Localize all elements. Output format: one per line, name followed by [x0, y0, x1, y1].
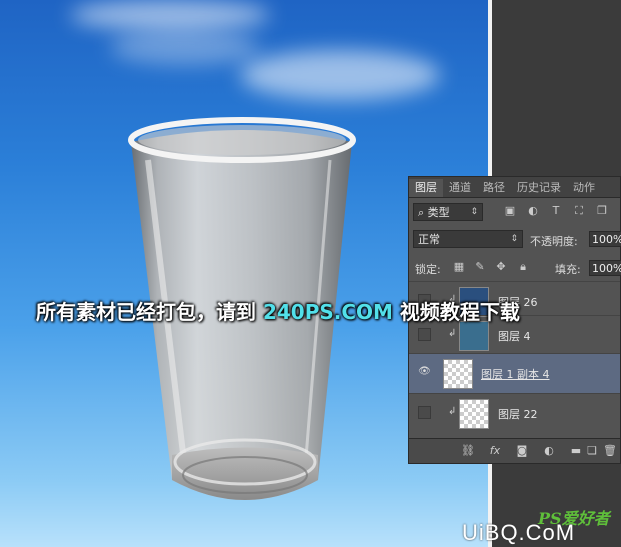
- caption-prefix: 所有素材已经打包，请到: [36, 300, 263, 324]
- filter-pixel-icon[interactable]: ▣: [504, 205, 516, 217]
- eye-icon[interactable]: 👁︎: [418, 366, 431, 379]
- visibility-toggle[interactable]: [418, 328, 431, 341]
- updown-arrow-icon: ⇕: [470, 207, 478, 217]
- layer-thumbnail: [459, 321, 489, 351]
- lock-transparent-icon[interactable]: ▦: [453, 261, 465, 273]
- fill-label: 填充:: [555, 263, 581, 276]
- blend-mode-value: 正常: [418, 233, 440, 246]
- filter-type-icon[interactable]: T: [550, 205, 562, 217]
- filter-smart-object-icon[interactable]: ❐: [596, 205, 608, 217]
- blend-mode-dropdown[interactable]: 正常 ⇕: [413, 230, 523, 248]
- lock-paint-icon[interactable]: ✎: [474, 261, 486, 273]
- link-icon[interactable]: ⛓: [461, 444, 475, 458]
- lock-position-icon[interactable]: ✥: [495, 261, 507, 273]
- clip-arrow-icon: ↲: [448, 406, 457, 417]
- new-layer-icon[interactable]: ❏: [585, 444, 599, 458]
- updown-arrow-icon: ⇕: [510, 234, 518, 244]
- layers-footer: ⛓ fx ◙ ◐ ▬ ❏ 🗑︎: [409, 438, 620, 463]
- lock-row: 锁定: ▦ ✎ ✥ 🔒︎ 填充: 100%: [409, 257, 621, 279]
- visibility-toggle[interactable]: [418, 406, 431, 419]
- watermark-site: UiBQ.CoM: [462, 520, 576, 545]
- filter-adjustment-icon[interactable]: ◐: [527, 205, 539, 217]
- layer-name[interactable]: 图层 22: [498, 406, 538, 422]
- panel-tabs: 图层 通道 路径 历史记录 动作: [409, 177, 620, 198]
- lock-all-icon[interactable]: 🔒︎: [517, 261, 529, 273]
- tab-paths[interactable]: 路径: [477, 179, 511, 197]
- clip-arrow-icon: ↲: [448, 328, 457, 339]
- trash-icon[interactable]: 🗑︎: [603, 444, 617, 458]
- layer-thumbnail: [459, 399, 489, 429]
- overlay-caption: 所有素材已经打包，请到 240PS.COM 视频教程下载: [36, 296, 520, 325]
- caption-highlight[interactable]: 240PS.COM: [263, 300, 393, 324]
- layer-name[interactable]: 图层 1 副本 4: [481, 366, 550, 382]
- blend-row: 正常 ⇕ 不透明度: 100%: [409, 229, 621, 249]
- layer-row[interactable]: ↲ 图层 22: [409, 393, 620, 433]
- tab-channels[interactable]: 通道: [443, 179, 477, 197]
- filter-kind-label: 类型: [427, 206, 450, 219]
- filter-kind-dropdown[interactable]: ⌕ 类型 ⇕: [413, 203, 483, 221]
- filter-row: ⌕ 类型 ⇕ ▣ ◐ T ⛶ ❐: [409, 201, 620, 223]
- lock-label: 锁定:: [415, 263, 441, 276]
- layer-thumbnail: [443, 359, 473, 389]
- tab-history[interactable]: 历史记录: [511, 179, 567, 197]
- fx-icon[interactable]: fx: [488, 444, 502, 458]
- mask-icon[interactable]: ◙: [515, 444, 529, 458]
- layer-row-selected[interactable]: 👁︎ 图层 1 副本 4: [409, 353, 620, 393]
- layer-name[interactable]: 图层 4: [498, 328, 531, 344]
- opacity-label: 不透明度:: [530, 235, 578, 248]
- fill-input[interactable]: 100%: [589, 260, 621, 276]
- tab-actions[interactable]: 动作: [567, 179, 601, 197]
- folder-icon[interactable]: ▬: [569, 444, 583, 458]
- caption-suffix: 视频教程下载: [392, 300, 520, 324]
- search-icon: ⌕: [418, 206, 428, 219]
- adjustment-icon[interactable]: ◐: [542, 444, 556, 458]
- tab-layers[interactable]: 图层: [409, 179, 443, 197]
- opacity-input[interactable]: 100%: [589, 231, 621, 247]
- filter-shape-icon[interactable]: ⛶: [573, 205, 585, 217]
